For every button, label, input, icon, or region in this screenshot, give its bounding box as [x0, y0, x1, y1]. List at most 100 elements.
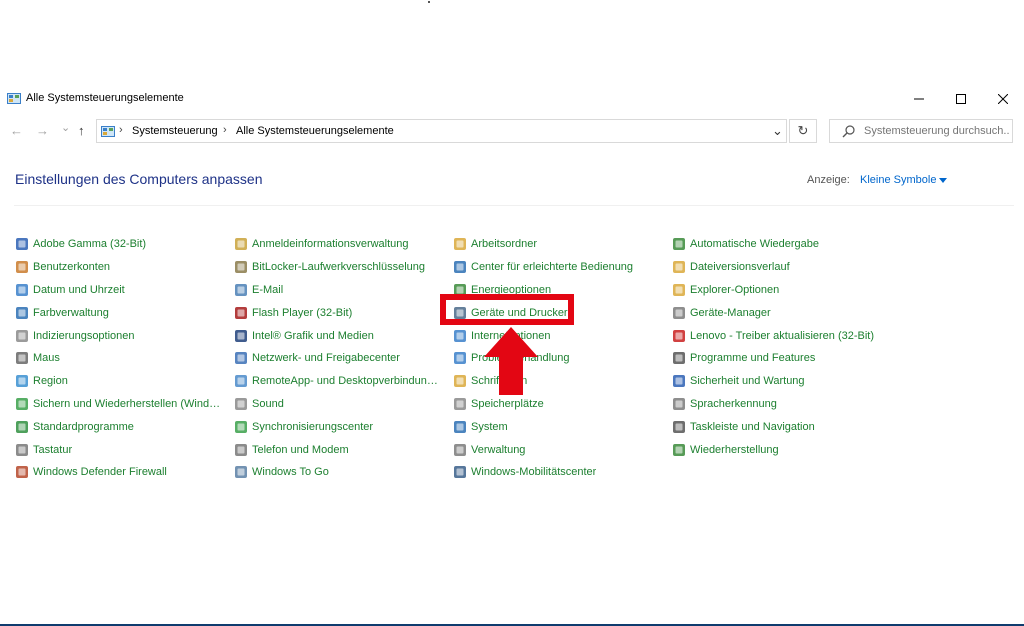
list-item-label: Sichern und Wiederherstellen (Windows 7) [33, 397, 223, 410]
list-item[interactable]: Lenovo - Treiber aktualisieren (32-Bit) [672, 324, 886, 347]
list-item[interactable]: Wiederherstellung [672, 438, 886, 461]
breadcrumb-separator[interactable]: › [223, 124, 227, 136]
list-item-label: Taskleiste und Navigation [690, 420, 815, 433]
page-title: Einstellungen des Computers anpassen [15, 171, 263, 187]
back-button[interactable]: ← [10, 123, 23, 138]
list-item-label: Telefon und Modem [252, 443, 349, 456]
list-item-label: Verwaltung [471, 443, 526, 456]
list-item[interactable]: BitLocker-Laufwerkverschlüsselung [234, 256, 448, 279]
breadcrumb-alle-elemente[interactable]: Alle Systemsteuerungselemente [236, 125, 394, 137]
list-item[interactable]: Sicherheit und Wartung [672, 370, 886, 393]
list-item-label: Sicherheit und Wartung [690, 375, 805, 388]
list-item[interactable]: E-Mail [234, 279, 448, 302]
list-item[interactable]: RemoteApp- und Desktopverbindungen [234, 370, 448, 393]
minimize-button[interactable] [899, 88, 939, 110]
list-item-label: Netzwerk- und Freigabecenter [252, 352, 400, 365]
list-item[interactable]: Datum und Uhrzeit [15, 279, 229, 302]
list-item[interactable]: Taskleiste und Navigation [672, 415, 886, 438]
refresh-button[interactable]: ↻ [789, 119, 817, 143]
list-item-label: Benutzerkonten [33, 261, 111, 274]
list-item[interactable]: Programme und Features [672, 347, 886, 370]
list-item[interactable]: Region [15, 370, 229, 393]
list-item[interactable]: Windows To Go [234, 461, 448, 484]
list-item[interactable]: Synchronisierungscenter [234, 415, 448, 438]
list-item[interactable]: Automatische Wiedergabe [672, 233, 886, 256]
list-item[interactable]: Windows Defender Firewall [15, 461, 229, 484]
list-item[interactable]: System [453, 415, 667, 438]
mail-icon [234, 283, 248, 297]
up-button[interactable]: ↑ [78, 123, 85, 138]
network-icon [234, 351, 248, 365]
list-item-label: BitLocker-Laufwerkverschlüsselung [252, 261, 426, 274]
list-item[interactable]: Windows-Mobilitätscenter [453, 461, 667, 484]
list-item[interactable]: Adobe Gamma (32-Bit) [15, 233, 229, 256]
search-box[interactable] [829, 119, 1013, 143]
highlight-box [440, 294, 574, 325]
list-item[interactable]: Spracherkennung [672, 393, 886, 416]
recovery-icon [672, 443, 686, 457]
list-item[interactable]: Flash Player (32-Bit) [234, 301, 448, 324]
close-button[interactable] [983, 88, 1023, 110]
list-item[interactable]: Center für erleichterte Bedienung [453, 256, 667, 279]
list-item[interactable]: Speicherplätze [453, 393, 667, 416]
address-bar[interactable]: › Systemsteuerung › Alle Systemsteuerung… [96, 119, 787, 143]
list-item[interactable]: Sichern und Wiederherstellen (Windows 7) [15, 393, 229, 416]
windows-to-go-icon [234, 465, 248, 479]
internet-icon [453, 329, 467, 343]
accessibility-icon [453, 260, 467, 274]
list-item-label: Adobe Gamma (32-Bit) [33, 238, 147, 251]
list-item[interactable]: Sound [234, 393, 448, 416]
chevron-down-icon[interactable] [939, 178, 947, 183]
list-item[interactable]: Standardprogramme [15, 415, 229, 438]
users-icon [15, 260, 29, 274]
list-item-label: Geräte-Manager [690, 306, 771, 319]
remoteapp-icon [234, 374, 248, 388]
intel-icon [234, 329, 248, 343]
list-item[interactable]: Intel® Grafik und Medien [234, 324, 448, 347]
list-item[interactable]: Anmeldeinformationsverwaltung [234, 233, 448, 256]
list-item[interactable]: Dateiversionsverlauf [672, 256, 886, 279]
address-dropdown-button[interactable]: ⌄ [772, 123, 783, 139]
list-item-label: Windows To Go [252, 466, 329, 479]
maximize-button[interactable] [941, 88, 981, 110]
device-manager-icon [672, 306, 686, 320]
list-item-label: Intel® Grafik und Medien [252, 329, 374, 342]
list-item[interactable]: Netzwerk- und Freigabecenter [234, 347, 448, 370]
forward-button[interactable]: → [36, 123, 49, 138]
view-selector[interactable]: Kleine Symbole [860, 174, 936, 186]
list-item[interactable]: Benutzerkonten [15, 256, 229, 279]
list-item[interactable]: Explorer-Optionen [672, 279, 886, 302]
list-item-label: Anmeldeinformationsverwaltung [252, 238, 409, 251]
list-item[interactable]: Tastatur [15, 438, 229, 461]
list-item[interactable]: Geräte-Manager [672, 301, 886, 324]
list-item-label: Synchronisierungscenter [252, 420, 374, 433]
firewall-icon [15, 465, 29, 479]
breadcrumb-systemsteuerung[interactable]: Systemsteuerung [132, 125, 218, 137]
list-item[interactable]: Indizierungsoptionen [15, 324, 229, 347]
recent-locations-button[interactable]: ⌄ [61, 121, 70, 134]
minimize-icon [914, 98, 924, 100]
list-item[interactable]: Maus [15, 347, 229, 370]
list-item-label: System [471, 420, 508, 433]
list-item[interactable]: Arbeitsordner [453, 233, 667, 256]
title-bar: Alle Systemsteuerungselemente [0, 88, 1024, 110]
list-item[interactable]: Verwaltung [453, 438, 667, 461]
up-arrow-annotation [484, 327, 538, 395]
window-title: Alle Systemsteuerungselemente [26, 92, 184, 104]
address-row: ← → ⌄ ↑ › Systemsteuerung › Alle Systems… [0, 119, 1024, 145]
list-item-label: E-Mail [252, 283, 284, 296]
list-item-label: Arbeitsordner [471, 238, 538, 251]
list-item-label: Tastatur [33, 443, 73, 456]
lenovo-icon [672, 329, 686, 343]
list-item[interactable]: Telefon und Modem [234, 438, 448, 461]
list-item-label: Center für erleichterte Bedienung [471, 261, 634, 274]
list-item-label: Datum und Uhrzeit [33, 283, 125, 296]
view-label: Anzeige: [807, 174, 850, 186]
list-item[interactable]: Farbverwaltung [15, 301, 229, 324]
breadcrumb-separator[interactable]: › [119, 124, 123, 136]
list-item-label: Spracherkennung [690, 397, 777, 410]
sync-icon [234, 420, 248, 434]
close-icon [998, 94, 1008, 104]
search-input[interactable] [864, 123, 1010, 139]
work-folder-icon [453, 237, 467, 251]
